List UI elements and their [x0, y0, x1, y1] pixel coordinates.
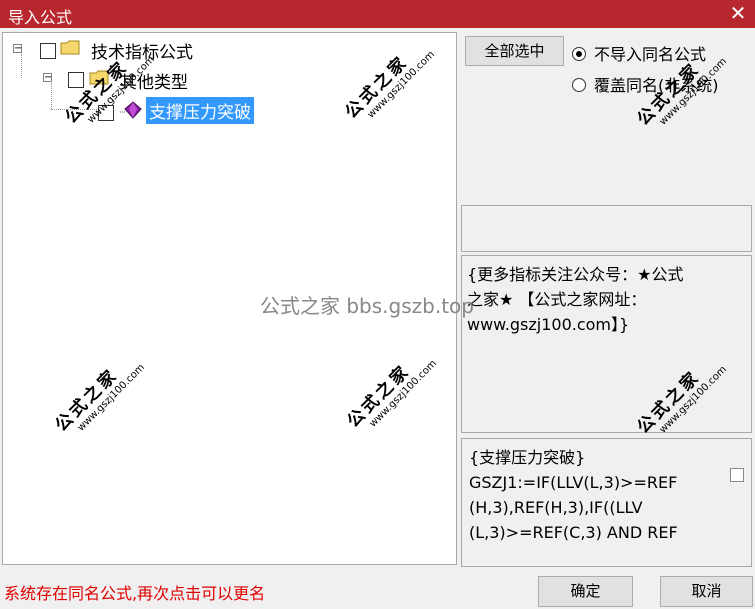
code-line: (L,3)>=REF(C,3) AND REF	[469, 523, 678, 542]
code-line: (H,3),REF(H,3),IF((LLV	[469, 498, 643, 517]
folder-icon	[89, 70, 109, 85]
description-line: www.gszj100.com】}	[467, 315, 630, 334]
checkbox-child[interactable]	[68, 72, 84, 88]
checkbox-leaf[interactable]	[98, 105, 114, 121]
formula-gem-icon	[120, 101, 142, 119]
radio-skip-duplicates[interactable]: 不导入同名公式	[572, 41, 706, 65]
ok-button[interactable]: 确定	[538, 576, 633, 607]
tree-connector	[51, 109, 97, 110]
code-preview-panel[interactable]: {支撑压力突破} GSZJ1:=IF(LLV(L,3)>=REF (H,3),R…	[461, 438, 752, 567]
expand-collapse-root-icon[interactable]: −	[13, 44, 22, 54]
status-message: 系统存在同名公式,再次点击可以更名	[4, 584, 266, 603]
tree-connector	[51, 83, 52, 109]
window-title: 导入公式	[8, 8, 73, 27]
radio-selected-icon[interactable]	[572, 47, 586, 61]
checkbox-root[interactable]	[40, 43, 56, 59]
folder-icon	[60, 40, 80, 55]
radio-unselected-icon[interactable]	[572, 78, 586, 92]
title-bar: 导入公式 ✕	[0, 0, 755, 28]
radio-overwrite-duplicates[interactable]: 覆盖同名(非系统)	[572, 72, 719, 96]
description-panel: {更多指标关注公众号：★公式 之家★ 【公式之家网址： www.gszj100.…	[461, 255, 752, 433]
description-line: 之家★ 【公式之家网址：	[467, 290, 647, 309]
empty-info-panel	[461, 205, 752, 252]
code-line: {支撑压力突破}	[469, 448, 586, 467]
tree-node-other-types[interactable]: 其他类型	[120, 68, 188, 93]
close-icon[interactable]: ✕	[727, 2, 749, 24]
radio-skip-label: 不导入同名公式	[594, 45, 707, 64]
code-line: GSZJ1:=IF(LLV(L,3)>=REF	[469, 473, 678, 492]
cancel-button[interactable]: 取消	[660, 576, 753, 607]
tree-node-support-resistance-breakout[interactable]: 支撑压力突破	[146, 97, 254, 124]
radio-overwrite-label: 覆盖同名(非系统)	[594, 76, 719, 95]
formula-tree[interactable]: − 技术指标公式 − 其他类型 支撑压力突破	[2, 32, 457, 565]
tree-connector	[21, 54, 22, 78]
description-line: {更多指标关注公众号：★公式	[467, 265, 684, 284]
select-all-button[interactable]: 全部选中	[465, 36, 564, 66]
code-panel-checkbox[interactable]	[730, 468, 744, 482]
expand-collapse-child-icon[interactable]: −	[43, 73, 52, 83]
tree-node-technical-indicators[interactable]: 技术指标公式	[91, 38, 193, 63]
